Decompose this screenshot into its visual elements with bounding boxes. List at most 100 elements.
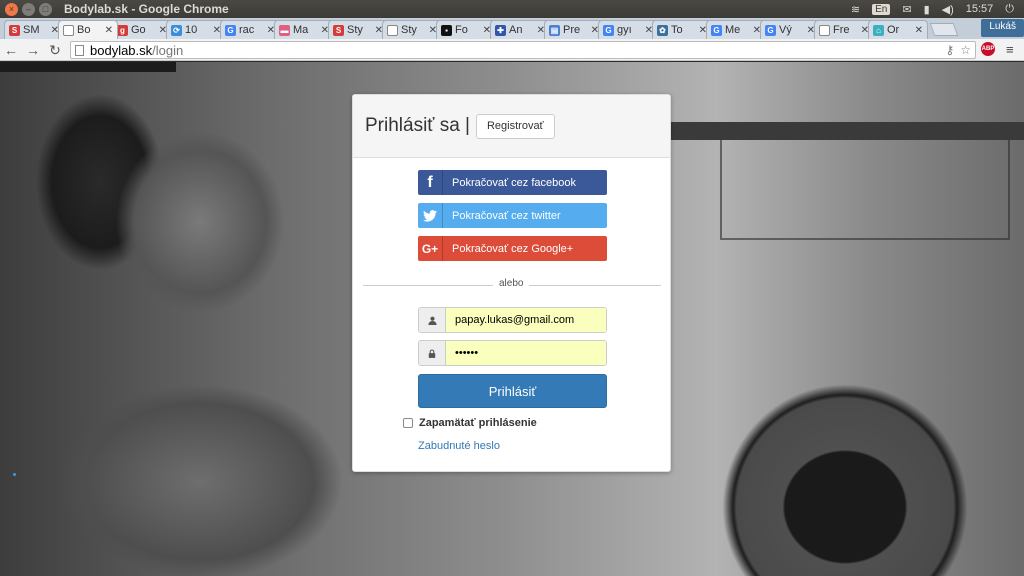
tab-favicon-icon: [819, 24, 830, 36]
tab-favicon-icon: g: [117, 24, 128, 36]
browser-tab[interactable]: S Sty ✕: [328, 20, 388, 39]
background-frame: [720, 140, 1010, 240]
browser-tab[interactable]: Bo ✕: [58, 20, 118, 39]
divider-label: alebo: [493, 278, 530, 289]
login-card: Prihlásiť sa | Registrovať f Pokračovať …: [352, 94, 671, 472]
login-title: Prihlásiť sa |: [365, 115, 470, 136]
tab-close-icon[interactable]: ✕: [105, 25, 113, 36]
tab-label: Fo: [455, 24, 468, 36]
page-top-strip: [0, 62, 176, 72]
window-close-button[interactable]: ×: [5, 2, 18, 16]
tab-favicon-icon: ⟳: [171, 24, 182, 36]
browser-tab[interactable]: G Vý ✕: [760, 20, 820, 39]
browser-tab[interactable]: Sty ✕: [382, 20, 442, 39]
reload-icon[interactable]: ↻: [44, 39, 66, 61]
browser-tab[interactable]: ▪ Fo ✕: [436, 20, 496, 39]
new-tab-button[interactable]: [929, 23, 959, 36]
lock-icon: [419, 341, 446, 365]
mail-icon[interactable]: ✉: [902, 3, 911, 16]
tab-close-icon[interactable]: ✕: [915, 25, 923, 36]
tab-favicon-icon: G: [225, 24, 236, 36]
browser-toolbar: ← → ↻ bodylab.sk /login ⚷ ☆ ABP ≡: [0, 39, 1024, 61]
tab-label: To: [671, 24, 683, 36]
tab-label: SM: [23, 24, 40, 36]
google-plus-login-label: Pokračovať cez Google+: [452, 242, 574, 255]
wifi-icon[interactable]: ≋: [851, 3, 860, 16]
facebook-icon: f: [418, 170, 443, 195]
tab-favicon-icon: [63, 24, 74, 36]
twitter-login-label: Pokračovať cez twitter: [452, 209, 561, 222]
tab-favicon-icon: G: [603, 24, 614, 36]
background-beam: [670, 122, 1024, 140]
remember-me-checkbox[interactable]: [403, 418, 413, 428]
facebook-login-label: Pokračovať cez facebook: [452, 176, 576, 189]
user-icon: [419, 308, 446, 332]
browser-tab[interactable]: Fre ✕: [814, 20, 874, 39]
tab-favicon-icon: S: [333, 24, 344, 36]
twitter-login-button[interactable]: Pokračovať cez twitter: [418, 203, 607, 228]
browser-tab[interactable]: ⌂ Or ✕: [868, 20, 928, 39]
email-input-group: [418, 307, 607, 333]
window-minimize-button[interactable]: –: [22, 2, 35, 16]
email-field[interactable]: [446, 308, 606, 332]
adblock-icon[interactable]: ABP: [981, 42, 995, 56]
volume-icon[interactable]: ◀): [942, 3, 954, 16]
browser-tab[interactable]: S SM ✕: [4, 20, 64, 39]
tab-label: Me: [725, 24, 741, 36]
tab-favicon-icon: [387, 24, 398, 36]
browser-tab[interactable]: G Me ✕: [706, 20, 766, 39]
tab-label: Sty: [401, 24, 417, 36]
tab-label: rac: [239, 24, 255, 36]
remember-me-label[interactable]: Zapamätať prihlásenie: [419, 417, 537, 429]
window-title: Bodylab.sk - Google Chrome: [64, 2, 229, 16]
back-arrow-icon[interactable]: ←: [0, 39, 22, 61]
background-dot: [13, 473, 16, 476]
browser-tab[interactable]: ⟳ 10 ✕: [166, 20, 226, 39]
tab-label: Ma: [293, 24, 309, 36]
key-icon[interactable]: ⚷: [945, 43, 954, 57]
tab-favicon-icon: ⌂: [873, 24, 884, 36]
tab-favicon-icon: ▪: [441, 24, 452, 36]
address-bar[interactable]: bodylab.sk /login ⚷ ☆: [70, 41, 976, 59]
tab-label: gyı: [617, 24, 632, 36]
tab-label: Pre: [563, 24, 581, 36]
keyboard-layout-indicator[interactable]: En: [872, 3, 891, 15]
clock[interactable]: 15:57: [966, 3, 994, 15]
chrome-menu-icon[interactable]: ≡: [1006, 42, 1014, 57]
browser-tab[interactable]: ▬ Ma ✕: [274, 20, 334, 39]
tab-favicon-icon: G: [711, 24, 722, 36]
profile-badge[interactable]: Lukáš: [981, 19, 1024, 37]
url-path: /login: [152, 42, 184, 58]
remember-me-row: Zapamätať prihlásenie: [403, 417, 537, 429]
browser-tab[interactable]: Ggyı ✕: [598, 20, 658, 39]
register-button[interactable]: Registrovať: [475, 113, 555, 139]
browser-tab[interactable]: Grac ✕: [220, 20, 280, 39]
window-controls: × – □: [5, 2, 52, 16]
bookmark-star-icon[interactable]: ☆: [960, 43, 971, 57]
browser-tab[interactable]: g Go ✕: [112, 20, 172, 39]
power-icon[interactable]: ⏻: [1005, 3, 1014, 16]
window-titlebar: × – □ Bodylab.sk - Google Chrome ≋ En ✉ …: [0, 0, 1024, 18]
tab-favicon-icon: G: [765, 24, 776, 36]
browser-tab[interactable]: ✿ To ✕: [652, 20, 712, 39]
tab-label: An: [509, 24, 523, 36]
tab-favicon-icon: S: [9, 24, 20, 36]
google-plus-login-button[interactable]: G+ Pokračovať cez Google+: [418, 236, 607, 261]
tab-label: Sty: [347, 24, 363, 36]
forward-arrow-icon[interactable]: →: [22, 39, 44, 61]
battery-icon[interactable]: ▮: [924, 3, 930, 16]
google-plus-icon: G+: [418, 236, 443, 261]
tab-favicon-icon: ✚: [495, 24, 506, 36]
url-host: bodylab.sk: [90, 42, 153, 58]
password-field[interactable]: [446, 341, 606, 365]
password-input-group: [418, 340, 607, 366]
login-submit-button[interactable]: Prihlásiť: [418, 374, 607, 408]
facebook-login-button[interactable]: f Pokračovať cez facebook: [418, 170, 607, 195]
login-card-header: Prihlásiť sa | Registrovať: [353, 95, 670, 158]
tab-label: Fre: [833, 24, 850, 36]
browser-tab[interactable]: ✚ An ✕: [490, 20, 550, 39]
window-maximize-button[interactable]: □: [39, 2, 52, 16]
forgot-password-link[interactable]: Zabudnuté heslo: [418, 440, 500, 452]
tab-favicon-icon: ▬: [279, 24, 290, 36]
browser-tab[interactable]: ▤ Pre ✕: [544, 20, 604, 39]
